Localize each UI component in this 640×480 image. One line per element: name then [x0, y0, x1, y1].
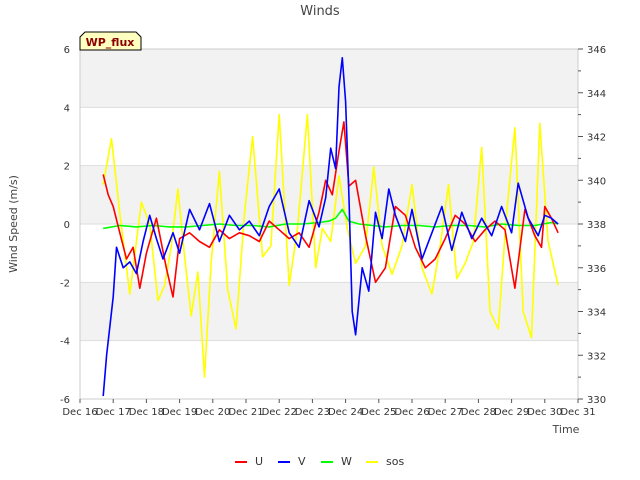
y-tick-label: 4	[64, 103, 70, 114]
x-tick-label: Dec 31	[560, 407, 595, 418]
x-tick-label: Dec 30	[527, 407, 562, 418]
y-tick-label: 6	[64, 45, 70, 56]
x-tick-label: Dec 26	[394, 407, 429, 418]
x-tick-label: Dec 22	[262, 407, 297, 418]
legend: U V Wsos	[235, 455, 404, 468]
band	[80, 107, 578, 166]
y-axis-label: Wind Speed (m/s)	[7, 175, 20, 273]
y2-tick-label: 334	[587, 308, 606, 319]
legend-label-u: U	[255, 455, 263, 468]
y-tick-label: -2	[60, 278, 70, 289]
y2-tick-label: 338	[587, 220, 606, 231]
y2-tick-label: 342	[587, 133, 606, 144]
y-tick-label: -6	[60, 395, 70, 406]
x-tick-label: Dec 16	[62, 407, 97, 418]
band	[80, 165, 578, 224]
legend-label-w: W	[341, 455, 352, 468]
chart-title: Winds	[300, 4, 340, 19]
y2-tick-label: 340	[587, 176, 606, 187]
flux-badge: WP_flux	[79, 31, 142, 51]
y-tick-label: 2	[64, 162, 70, 173]
x-tick-label: Dec 20	[195, 407, 230, 418]
x-tick-label: Dec 18	[129, 407, 164, 418]
y-tick-label: -4	[60, 337, 70, 348]
right-axis: 330 332 334 336 338 340 342 344 346	[578, 45, 606, 406]
y2-tick-label: 344	[587, 89, 606, 100]
x-tick-label: Dec 19	[162, 407, 197, 418]
y2-tick-label: 346	[587, 45, 606, 56]
badge-label: WP_flux	[86, 36, 135, 49]
x-tick-label: Dec 29	[494, 407, 529, 418]
y2-tick-label: 336	[587, 264, 606, 275]
winds-chart: -6 -4 -2 0 2 4 6 330 332 334 336 338 340 342 344 346 D…	[7, 4, 606, 468]
y2-tick-label: 330	[587, 395, 606, 406]
band	[80, 282, 578, 341]
x-tick-label: Dec 17	[96, 407, 131, 418]
x-axis-label: Time	[552, 423, 580, 436]
legend-label-sos: sos	[386, 455, 404, 468]
x-tick-label: Dec 21	[228, 407, 263, 418]
x-tick-label: Dec 24	[328, 407, 363, 418]
y2-tick-label: 332	[587, 351, 606, 362]
x-tick-label: Dec 28	[461, 407, 496, 418]
x-tick-label: Dec 27	[428, 407, 463, 418]
x-tick-label: Dec 25	[361, 407, 396, 418]
band	[80, 340, 578, 399]
band	[80, 49, 578, 108]
legend-label-v: V	[298, 455, 306, 468]
x-tick-label: Dec 23	[295, 407, 330, 418]
y-tick-label: 0	[64, 220, 70, 231]
x-axis: Dec 16Dec 17Dec 18Dec 19Dec 20Dec 21Dec …	[62, 399, 596, 418]
left-axis: -6 -4 -2 0 2 4 6	[60, 45, 70, 406]
